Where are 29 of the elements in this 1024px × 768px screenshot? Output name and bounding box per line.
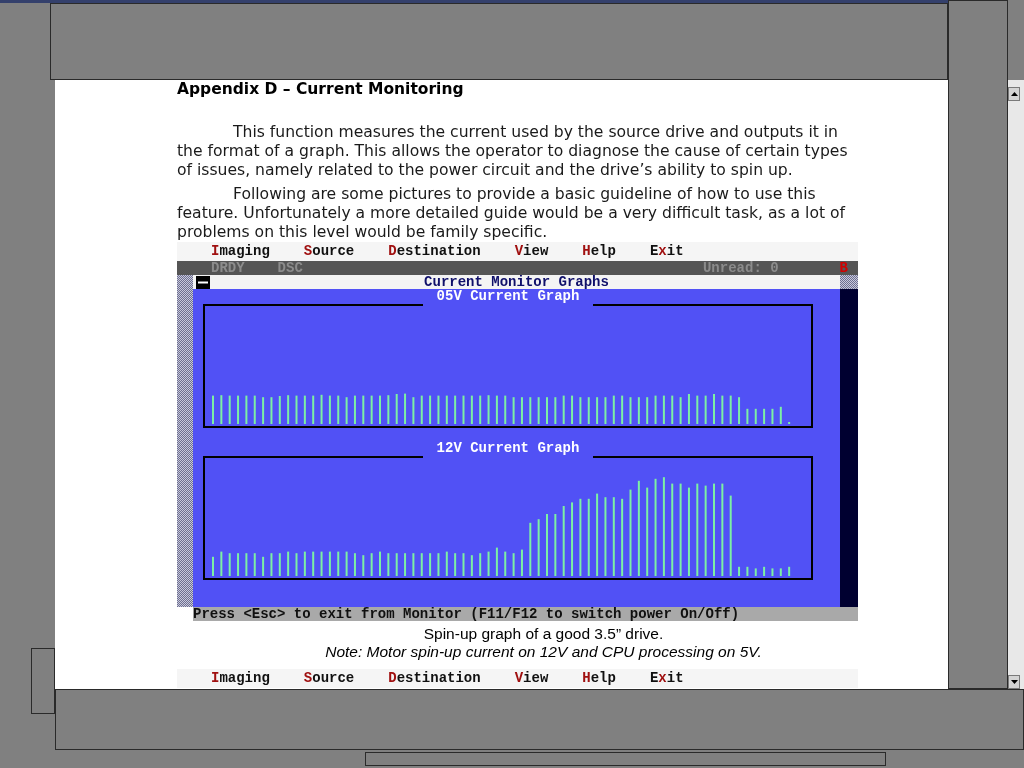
menu-item[interactable]: Help — [582, 671, 616, 686]
menu-item[interactable]: View — [514, 244, 549, 259]
menu-item[interactable]: View — [514, 671, 549, 686]
graph-title: 12V Current Graph — [435, 442, 581, 455]
menu-item[interactable]: Imaging — [211, 671, 270, 686]
horizontal-scrollbar-thumb[interactable] — [365, 752, 886, 766]
dash-icon[interactable] — [196, 275, 210, 289]
status-indicator: B — [839, 261, 848, 275]
scroll-up-button[interactable] — [1008, 87, 1020, 101]
menu-item[interactable]: Exit — [649, 671, 684, 686]
menu-item[interactable]: Destination — [388, 671, 481, 686]
graph-title: 05V Current Graph — [435, 290, 580, 303]
vertical-scrollbar[interactable] — [1008, 80, 1024, 689]
menu-item[interactable]: Exit — [649, 244, 684, 259]
menu-item[interactable]: Source — [303, 244, 355, 259]
dotted-border-strip — [840, 275, 858, 289]
figure-caption: Spin-up graph of a good 3.5” drive. — [422, 625, 665, 643]
figure-note: Note: Motor spin-up current on 12V and CPU processing on 5V. — [324, 643, 763, 661]
up-arrow-icon — [1010, 92, 1018, 96]
menu-item[interactable]: Destination — [388, 244, 481, 259]
down-arrow-icon — [1010, 680, 1018, 684]
section-heading: Appendix D – Current Monitoring — [177, 81, 464, 98]
body-paragraph: This function measures the current used by the source drive and outputs it in the format of a graph. This allows the operator to diagnose the cause of certain types of issues, namely related to the power circuit and the drive’s ability to spin up. — [177, 123, 849, 180]
menu-item[interactable]: Source — [303, 671, 355, 686]
body-paragraph: Following are some pictures to provide a basic guideline of how to use this feature. Unfortunately a more detailed guide would be a very difficult task, as a lot of problems on this level would be family specific. — [177, 185, 847, 242]
menu-item[interactable]: Help — [582, 244, 616, 259]
scroll-down-button[interactable] — [1008, 675, 1020, 689]
window-title: Current Monitor Graphs — [424, 275, 609, 289]
menu-item[interactable]: Imaging — [211, 244, 270, 259]
